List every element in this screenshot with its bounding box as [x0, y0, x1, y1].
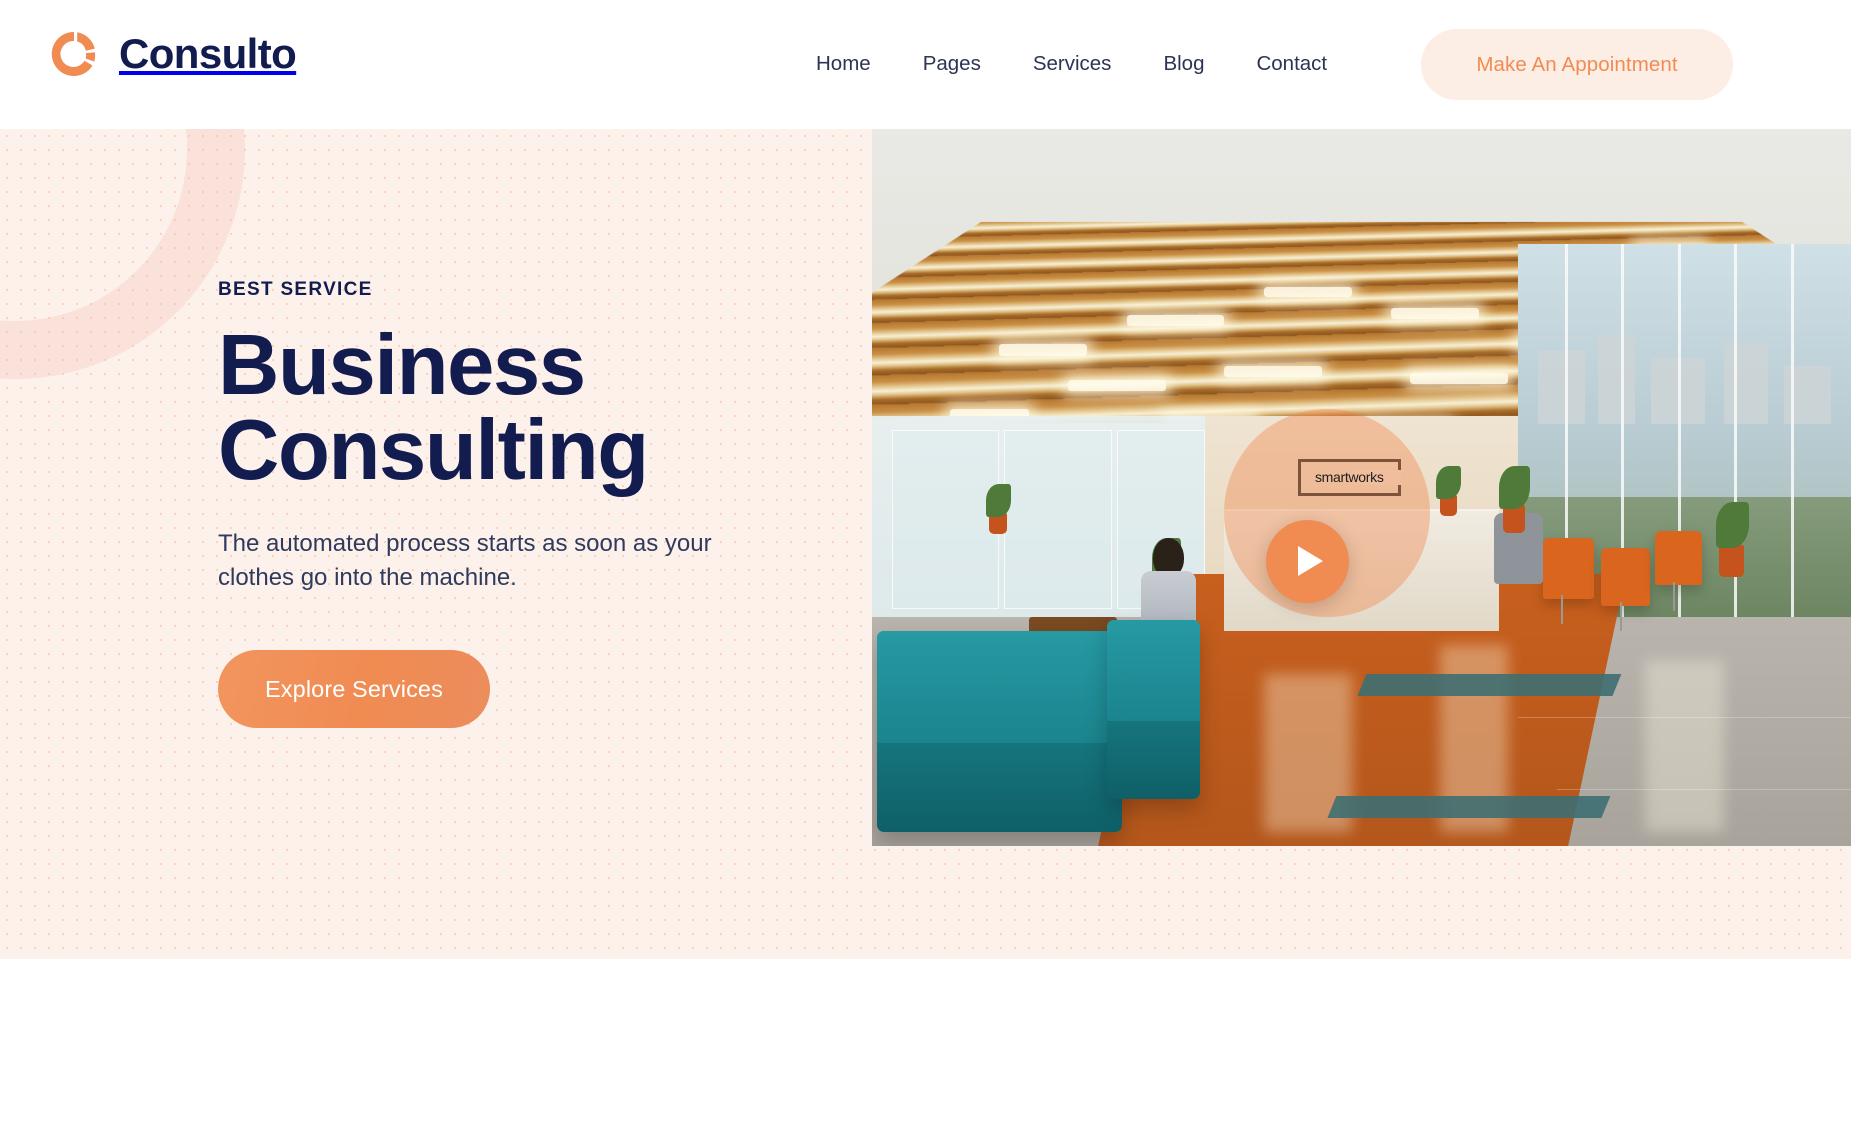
main-navigation: Home Pages Services Blog Contact	[790, 0, 1353, 129]
explore-services-button[interactable]: Explore Services	[218, 650, 490, 729]
city-building	[1598, 333, 1635, 424]
glass-pane	[1004, 430, 1112, 610]
ceiling-light	[1410, 372, 1509, 385]
ceiling-light	[1390, 308, 1479, 319]
nav-item-pages[interactable]: Pages	[897, 54, 1007, 75]
circle-ring-decoration-icon	[0, 129, 245, 379]
nav-item-home[interactable]: Home	[790, 54, 897, 75]
chair-leg	[1561, 595, 1564, 624]
nav-item-contact[interactable]: Contact	[1230, 54, 1353, 75]
floor-tile-line	[1557, 788, 1851, 790]
make-appointment-button[interactable]: Make An Appointment	[1421, 29, 1733, 100]
hero-eyebrow: BEST SERVICE	[218, 279, 373, 300]
floor-inlay	[1327, 795, 1611, 818]
reception-desk	[1224, 509, 1499, 631]
smartworks-sign: smartworks	[1297, 458, 1401, 497]
ceiling-light	[1263, 286, 1352, 297]
window-mullion	[1734, 243, 1738, 653]
orange-chair	[1655, 530, 1703, 585]
hero-media[interactable]: smartworks	[872, 129, 1851, 846]
sofa-back	[1106, 620, 1200, 721]
hero-section: BEST SERVICE Business Consulting The aut…	[0, 129, 1851, 959]
window-mullion	[1791, 243, 1795, 653]
brand-name: Consulto	[119, 30, 297, 77]
potted-plant	[1718, 544, 1745, 578]
office-photo: smartworks	[872, 129, 1851, 846]
plant-leaf	[985, 483, 1012, 517]
city-building	[1538, 349, 1585, 424]
ceiling-light	[1126, 315, 1225, 327]
city-building	[1724, 341, 1768, 424]
teal-sofa	[1106, 620, 1200, 800]
floor-reflection	[1645, 659, 1724, 832]
teal-sofa	[876, 630, 1122, 832]
nav-item-services[interactable]: Services	[1007, 54, 1138, 75]
hero-subtitle: The automated process starts as soon as …	[218, 530, 712, 592]
brand-logo[interactable]: Consulto	[47, 27, 297, 81]
ceiling-light	[1067, 379, 1166, 392]
hero-copy: BEST SERVICE Business Consulting The aut…	[218, 279, 838, 729]
ceiling-light	[1224, 365, 1323, 378]
play-video-button[interactable]	[1265, 519, 1349, 603]
glass-pane	[891, 430, 1000, 610]
ceiling-light	[999, 344, 1088, 356]
nav-item-blog[interactable]: Blog	[1137, 54, 1230, 75]
floor-inlay	[1357, 673, 1621, 696]
chair-leg	[1619, 602, 1622, 631]
hero-title: Business Consulting	[218, 323, 838, 493]
orange-chair	[1601, 548, 1651, 606]
plant-leaf	[1498, 465, 1530, 509]
seated-person	[1141, 537, 1197, 631]
smartworks-sign-text: smartworks	[1314, 469, 1384, 486]
site-header: Consulto Home Pages Services Blog Contac…	[0, 0, 1851, 129]
floor-tile-line	[1518, 716, 1851, 718]
play-triangle-icon	[1298, 546, 1324, 577]
sofa-back	[876, 630, 1122, 744]
orange-chair	[1542, 537, 1594, 599]
donut-ring-logo-icon	[47, 27, 101, 81]
page-bottom-band	[0, 959, 1851, 1136]
chair-leg	[1672, 582, 1675, 611]
hero-title-line-1: Business	[218, 318, 586, 413]
potted-plant	[1503, 505, 1525, 533]
hero-title-line-2: Consulting	[218, 403, 649, 498]
window-mullion	[1677, 243, 1681, 653]
